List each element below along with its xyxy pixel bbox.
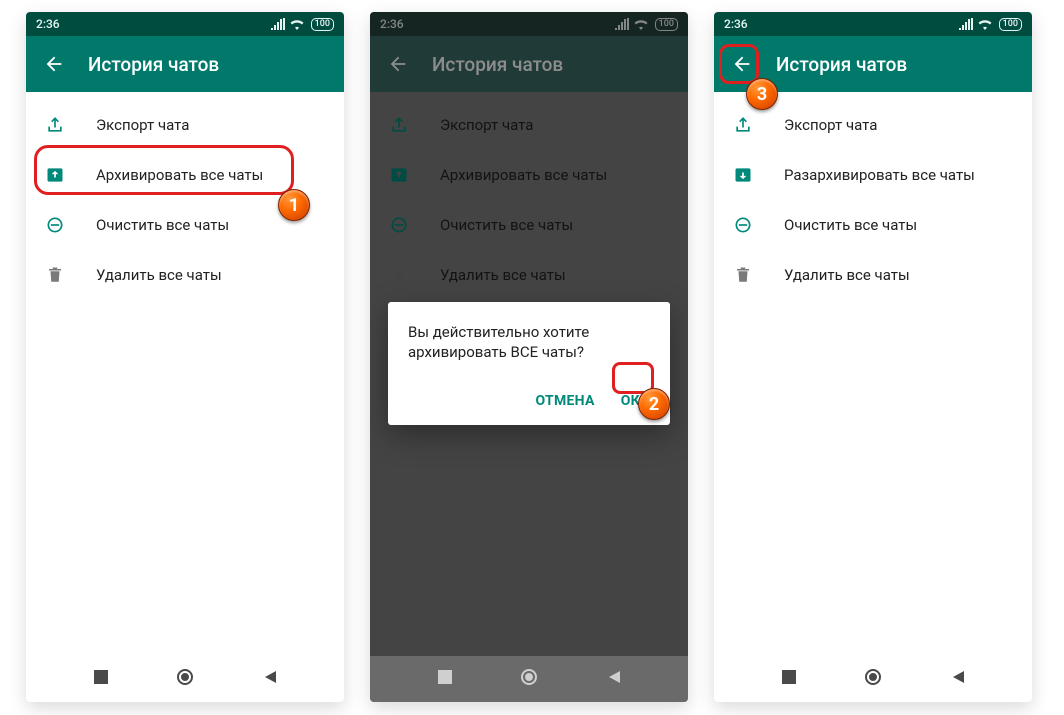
home-button[interactable] bbox=[863, 667, 883, 691]
back-nav-button[interactable] bbox=[606, 669, 622, 689]
wifi-icon bbox=[289, 18, 305, 30]
row-label: Удалить все чаты bbox=[784, 266, 910, 284]
phone-screen-2: 2:36 100 История чатов Экспорт чата Архи… bbox=[370, 12, 688, 702]
clear-icon bbox=[388, 214, 410, 236]
home-button[interactable] bbox=[519, 667, 539, 691]
clear-icon bbox=[44, 214, 66, 236]
status-time: 2:36 bbox=[380, 17, 404, 31]
settings-list: Экспорт чата Архивировать все чаты Очист… bbox=[26, 92, 344, 656]
row-label: Архивировать все чаты bbox=[440, 166, 607, 184]
row-label: Экспорт чата bbox=[96, 116, 189, 134]
confirm-dialog: Вы действительно хотите архивировать ВСЕ… bbox=[388, 302, 670, 425]
page-title: История чатов bbox=[776, 53, 907, 76]
phone-screen-3: 2:36 100 История чатов Экспорт чата Раза… bbox=[714, 12, 1032, 702]
recent-apps-button[interactable] bbox=[437, 669, 453, 689]
row-clear-all[interactable]: Очистить все чаты bbox=[26, 200, 344, 250]
row-label: Удалить все чаты bbox=[96, 266, 222, 284]
status-bar: 2:36 100 bbox=[370, 12, 688, 36]
back-nav-button[interactable] bbox=[950, 669, 966, 689]
page-title: История чатов bbox=[432, 53, 563, 76]
android-nav-bar bbox=[370, 656, 688, 702]
wifi-icon bbox=[977, 18, 993, 30]
signal-icon bbox=[959, 18, 973, 30]
row-label: Экспорт чата bbox=[440, 116, 533, 134]
status-bar: 2:36 100 bbox=[714, 12, 1032, 36]
row-clear-all: Очистить все чаты bbox=[370, 200, 688, 250]
signal-icon bbox=[615, 18, 629, 30]
row-export-chat[interactable]: Экспорт чата bbox=[26, 100, 344, 150]
row-label: Архивировать все чаты bbox=[96, 166, 263, 184]
wifi-icon bbox=[633, 18, 649, 30]
android-nav-bar bbox=[714, 656, 1032, 702]
row-label: Очистить все чаты bbox=[96, 216, 229, 234]
back-button[interactable] bbox=[380, 46, 416, 82]
archive-icon bbox=[44, 164, 66, 186]
export-icon bbox=[44, 114, 66, 136]
row-archive-all[interactable]: Архивировать все чаты bbox=[26, 150, 344, 200]
phone-screen-1: 2:36 100 История чатов Экспорт чата Архи… bbox=[26, 12, 344, 702]
recent-apps-button[interactable] bbox=[781, 669, 797, 689]
trash-icon bbox=[44, 264, 66, 286]
trash-icon bbox=[388, 264, 410, 286]
app-bar: История чатов bbox=[26, 36, 344, 92]
row-clear-all[interactable]: Очистить все чаты bbox=[714, 200, 1032, 250]
back-button[interactable] bbox=[36, 46, 72, 82]
archive-icon bbox=[388, 164, 410, 186]
row-label: Экспорт чата bbox=[784, 116, 877, 134]
row-delete-all[interactable]: Удалить все чаты bbox=[714, 250, 1032, 300]
trash-icon bbox=[732, 264, 754, 286]
status-time: 2:36 bbox=[36, 17, 60, 31]
back-button[interactable] bbox=[724, 46, 760, 82]
app-bar: История чатов bbox=[370, 36, 688, 92]
export-icon bbox=[732, 114, 754, 136]
export-icon bbox=[388, 114, 410, 136]
signal-icon bbox=[271, 18, 285, 30]
row-label: Очистить все чаты bbox=[440, 216, 573, 234]
clear-icon bbox=[732, 214, 754, 236]
battery-indicator: 100 bbox=[999, 18, 1022, 31]
row-label: Удалить все чаты bbox=[440, 266, 566, 284]
unarchive-icon bbox=[732, 164, 754, 186]
battery-indicator: 100 bbox=[655, 18, 678, 31]
dialog-cancel-button[interactable]: ОТМЕНА bbox=[525, 385, 604, 417]
row-label: Очистить все чаты bbox=[784, 216, 917, 234]
arrow-left-icon bbox=[731, 53, 753, 75]
status-bar: 2:36 100 bbox=[26, 12, 344, 36]
row-label: Разархивировать все чаты bbox=[784, 166, 975, 184]
page-title: История чатов bbox=[88, 53, 219, 76]
row-delete-all: Удалить все чаты bbox=[370, 250, 688, 300]
app-bar: История чатов bbox=[714, 36, 1032, 92]
arrow-left-icon bbox=[43, 53, 65, 75]
battery-indicator: 100 bbox=[311, 18, 334, 31]
row-export-chat[interactable]: Экспорт чата bbox=[714, 100, 1032, 150]
home-button[interactable] bbox=[175, 667, 195, 691]
row-unarchive-all[interactable]: Разархивировать все чаты bbox=[714, 150, 1032, 200]
recent-apps-button[interactable] bbox=[93, 669, 109, 689]
settings-list: Экспорт чата Разархивировать все чаты Оч… bbox=[714, 92, 1032, 656]
android-nav-bar bbox=[26, 656, 344, 702]
status-time: 2:36 bbox=[724, 17, 748, 31]
arrow-left-icon bbox=[387, 53, 409, 75]
dialog-ok-button[interactable]: ОК bbox=[611, 385, 650, 417]
back-nav-button[interactable] bbox=[262, 669, 278, 689]
row-archive-all: Архивировать все чаты bbox=[370, 150, 688, 200]
row-delete-all[interactable]: Удалить все чаты bbox=[26, 250, 344, 300]
dialog-message: Вы действительно хотите архивировать ВСЕ… bbox=[408, 322, 650, 363]
row-export-chat: Экспорт чата bbox=[370, 100, 688, 150]
